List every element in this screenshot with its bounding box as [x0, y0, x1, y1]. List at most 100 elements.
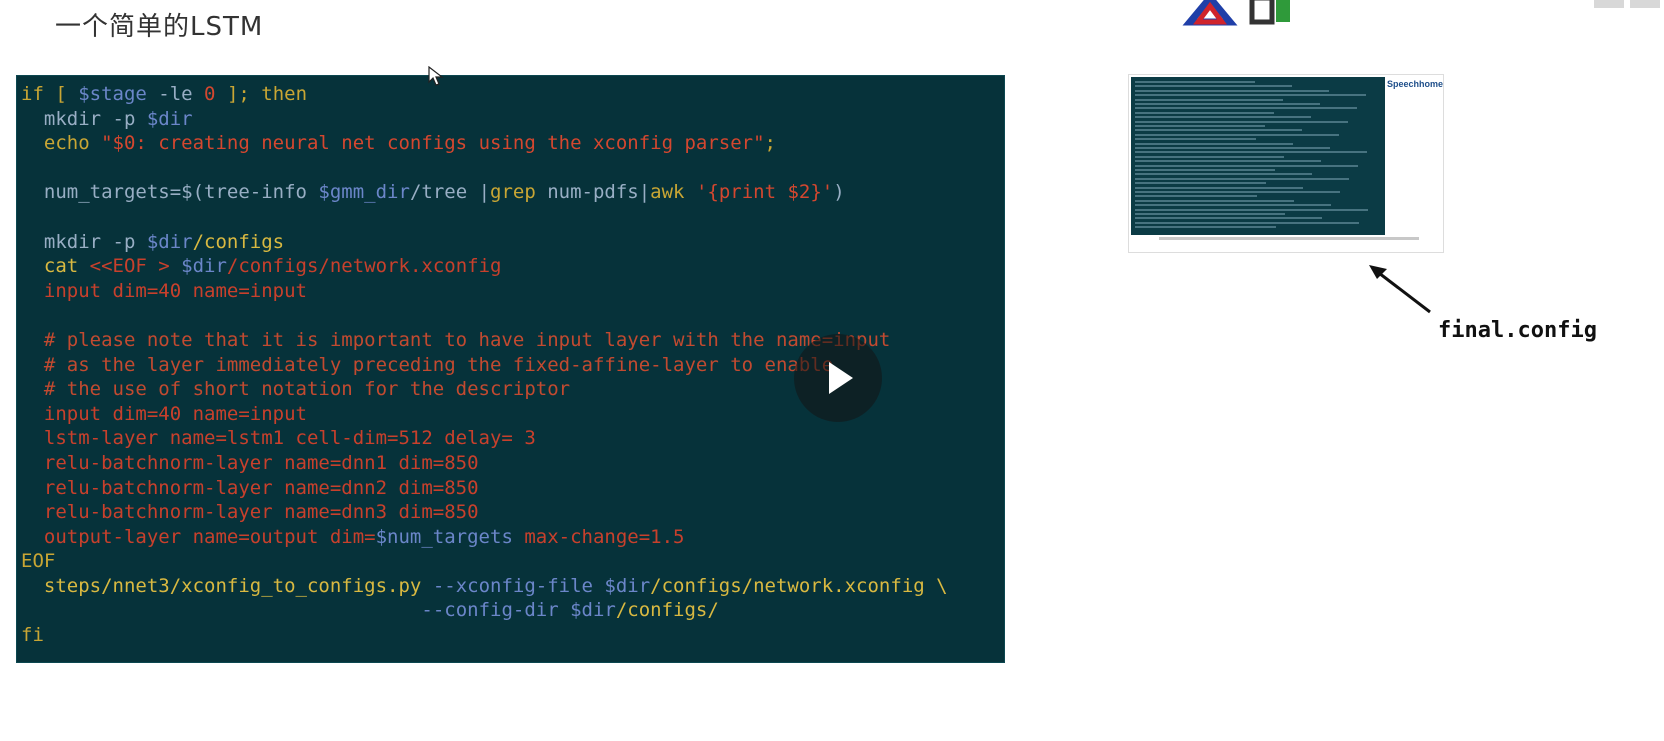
- thumbnail-text-line: [1135, 195, 1257, 198]
- video-play-button[interactable]: [794, 334, 882, 422]
- thumbnail-text-line: [1135, 160, 1321, 163]
- thumbnail-text-line: [1135, 191, 1340, 193]
- play-icon: [829, 362, 853, 394]
- thumbnail-text-line: [1135, 151, 1367, 154]
- final-config-label: final.config: [1438, 318, 1597, 343]
- thumbnail-text-line: [1135, 111, 1274, 114]
- thumbnail-text-line: [1135, 173, 1312, 176]
- thumbnail-text-line: [1135, 226, 1276, 229]
- code-token: relu-batchnorm-layer name=dnn2 dim=850: [21, 476, 479, 499]
- code-token: --xconfig-file $dir: [432, 574, 651, 597]
- thumbnail-text-line: [1135, 107, 1357, 110]
- thumbnail-text-line: [1135, 177, 1349, 180]
- code-token: relu-batchnorm-layer name=dnn1 dim=850: [21, 451, 479, 474]
- code-token: relu-batchnorm-layer name=dnn3 dim=850: [21, 501, 479, 524]
- code-token: cat: [21, 255, 90, 278]
- code-token: 0: [204, 83, 216, 105]
- code-token: mkdir -p: [21, 107, 147, 130]
- code-token: lstm-layer name=lstm1 cell-dim=512 delay…: [21, 427, 536, 450]
- code-line: relu-batchnorm-layer name=dnn3 dim=850: [21, 500, 1004, 525]
- thumbnail-text-line: [1135, 120, 1348, 123]
- code-token: echo: [21, 132, 102, 155]
- code-token: /configs/: [615, 599, 719, 622]
- code-line: lstm-layer name=lstm1 cell-dim=512 delay…: [21, 426, 1004, 451]
- thumbnail-text-line: [1135, 169, 1275, 171]
- code-token: # please note that it is important to ha…: [21, 328, 891, 351]
- code-token: --config-dir $dir: [421, 599, 616, 622]
- code-token: steps/nnet3/xconfig_to_configs.py: [21, 574, 433, 597]
- thumbnail-text-line: [1135, 116, 1311, 119]
- code-line: relu-batchnorm-layer name=dnn1 dim=850: [21, 451, 1004, 476]
- thumbnail-text-line: [1135, 147, 1330, 149]
- code-token: # the use of short notation for the desc…: [21, 378, 571, 401]
- thumbnail-caption-line: [1159, 237, 1419, 240]
- code-line: if [ $stage -le 0 ]; then: [21, 82, 1004, 107]
- code-line: num_targets=$(tree-info $gmm_dir/tree |g…: [21, 180, 1004, 205]
- thumbnail-text-line: [1135, 89, 1329, 92]
- code-token: num_targets=$(tree-info: [21, 181, 319, 204]
- code-line: --config-dir $dir/configs/: [21, 598, 1004, 623]
- code-line: mkdir -p $dir: [21, 107, 1004, 132]
- code-line: output-layer name=output dim=$num_target…: [21, 525, 1004, 550]
- code-token: /configs/network.xconfig: [226, 255, 502, 278]
- thumbnail-text-line: [1135, 186, 1303, 189]
- code-token: $dir: [146, 107, 193, 130]
- code-token: $stage: [78, 83, 147, 105]
- code-token: "$0: creating neural net configs using t…: [101, 132, 765, 155]
- code-token: -le: [146, 83, 205, 105]
- code-token: grep: [490, 181, 536, 204]
- brand-logo-icon: [1182, 0, 1290, 26]
- code-token: input dim=40 name=input: [21, 402, 307, 425]
- thumbnail-text-line: [1135, 94, 1366, 97]
- pointer-arrow-icon: [1369, 265, 1431, 314]
- code-token: /configs: [192, 230, 285, 253]
- code-token: fi: [21, 624, 44, 647]
- code-token: max-change=1.5: [512, 525, 685, 548]
- code-token: $dir: [181, 255, 227, 278]
- thumbnail-text-line: [1135, 125, 1265, 127]
- thumbnail-text-line: [1135, 98, 1283, 101]
- thumbnail-text-line: [1135, 221, 1359, 224]
- slide-thumbnail: Speechhome: [1128, 74, 1444, 253]
- code-line: fi: [21, 623, 1004, 648]
- mouse-cursor-icon: [428, 66, 444, 86]
- thumbnail-text-line: [1135, 142, 1293, 145]
- code-line: steps/nnet3/xconfig_to_configs.py --xcon…: [21, 574, 1004, 599]
- code-token: if [: [21, 83, 79, 105]
- thumbnail-text-line: [1135, 217, 1322, 220]
- code-token: '{print $2}': [684, 181, 834, 204]
- code-token: output-layer name=output dim=: [21, 525, 376, 548]
- code-token: $num_targets: [375, 525, 513, 548]
- code-line: mkdir -p $dir/configs: [21, 230, 1004, 255]
- code-line: cat <<EOF > $dir/configs/network.xconfig: [21, 254, 1004, 279]
- code-token: <<EOF >: [89, 255, 182, 278]
- code-token: mkdir -p: [21, 230, 147, 253]
- code-token: /configs/network.xconfig \: [650, 574, 948, 597]
- code-token: /tree |: [409, 181, 491, 204]
- thumbnail-text-line: [1135, 213, 1285, 215]
- thumbnail-text-line: [1135, 129, 1302, 132]
- slide-title: 一个简单的LSTM: [55, 12, 264, 42]
- code-token: $dir: [146, 230, 193, 253]
- code-token: # as the layer immediately preceding the…: [21, 353, 834, 376]
- thumbnail-text-line: [1135, 204, 1331, 207]
- code-token: input dim=40 name=input: [21, 279, 307, 302]
- thumbnail-brand: Speechhome: [1387, 79, 1444, 89]
- thumbnail-text-line: [1135, 103, 1320, 105]
- code-token: awk: [650, 181, 685, 204]
- code-token: ]; then: [215, 83, 308, 105]
- code-line: input dim=40 name=input: [21, 279, 1004, 304]
- thumbnail-text-line: [1135, 85, 1292, 88]
- thumbnail-text-line: [1135, 164, 1358, 167]
- code-line: EOF: [21, 549, 1004, 574]
- code-token: EOF: [21, 550, 56, 573]
- code-token: ): [833, 181, 845, 204]
- code-token: $gmm_dir: [318, 181, 410, 204]
- thumbnail-text-line: [1135, 133, 1339, 136]
- thumbnail-text-line: [1135, 182, 1266, 185]
- code-line: echo "$0: creating neural net configs us…: [21, 131, 1004, 156]
- thumbnail-text-line: [1135, 208, 1368, 211]
